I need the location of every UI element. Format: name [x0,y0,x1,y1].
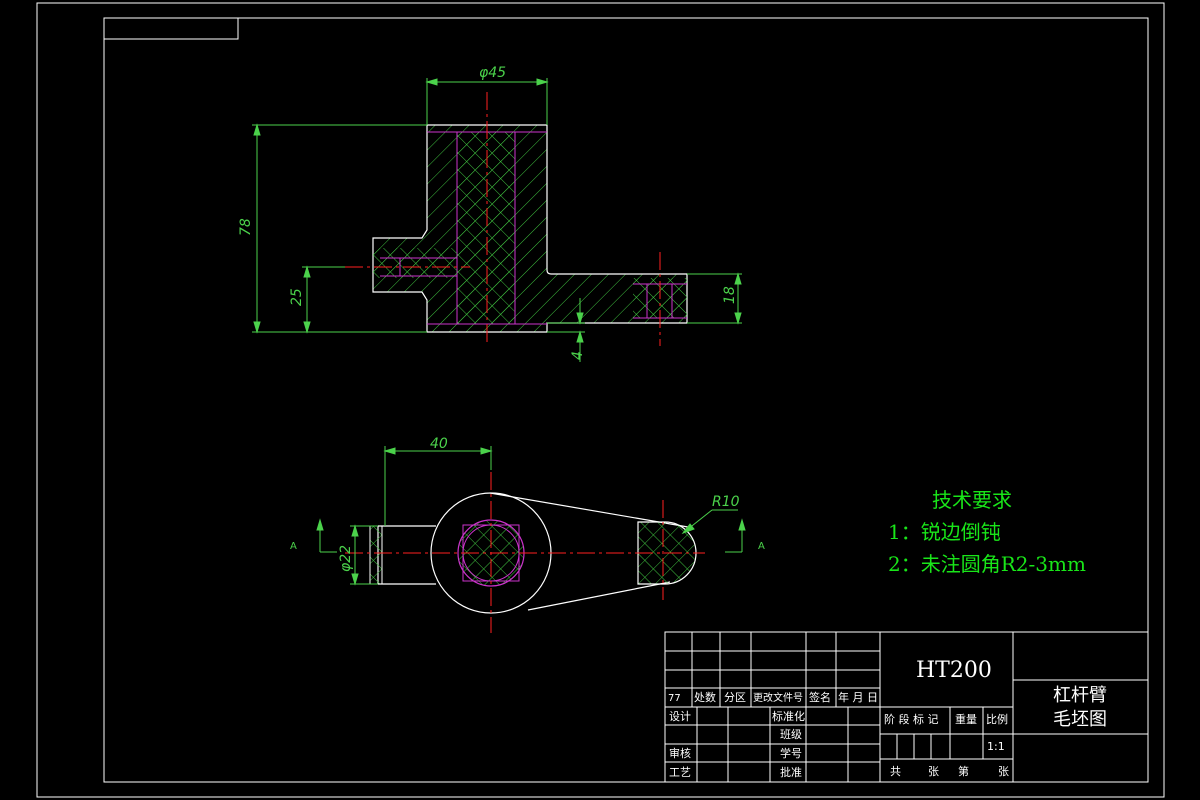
title-block-text: HT200 杠杆臂 毛坯图 77 处数 分区 更改文件号 签名 年 月 日 设计… [668,658,1107,779]
label-review: 审核 [669,746,691,760]
dim-label-offset-4: 4 [570,351,586,360]
cad-drawing: φ45 78 25 18 4 40 φ22 R10 A A 技术要求 1：锐边倒… [36,2,1165,798]
label-class: 班级 [780,728,802,741]
tech-requirement-1: 1：锐边倒钝 [888,520,1001,544]
tech-requirements: 技术要求 1：锐边倒钝 2：未注圆角R2-3mm [888,488,1086,576]
dim-boss-height-25 [302,265,345,334]
material-label: HT200 [916,658,992,683]
dim-radius-10 [681,509,738,535]
title-block [664,631,1149,783]
scale-value: 1:1 [987,740,1005,753]
dim-height-78 [252,123,427,334]
part-name: 杠杆臂 [1053,685,1107,706]
col-zone: 分区 [724,691,746,704]
front-boss-section [373,248,457,278]
label-stage-mark: 阶 段 标 记 [884,712,939,726]
front-view: φ45 78 25 18 4 [238,65,742,362]
col-doc-no: 更改文件号 [753,691,803,704]
label-sheet: 张 [998,765,1009,778]
label-process: 工艺 [669,766,691,779]
drawing-name: 毛坯图 [1053,709,1107,730]
outer-frame [36,2,1165,798]
col-date: 年 月 日 [838,690,878,704]
section-label-right: A [758,541,765,552]
label-student-no: 学号 [780,746,802,760]
label-total: 共 [890,765,901,778]
dim-length-40 [383,446,493,526]
label-design: 设计 [669,710,691,723]
dim-label-arm-height-18: 18 [722,286,738,304]
label-approve: 批准 [780,765,802,779]
dim-label-length-40: 40 [430,436,448,452]
col-count: 处数 [694,691,716,704]
top-view: 40 φ22 R10 A A [290,436,765,633]
tech-requirements-title: 技术要求 [932,488,1012,512]
dim-label-radius-10: R10 [712,494,740,510]
section-arrow-right [725,518,746,553]
dim-label-height-78: 78 [238,218,254,236]
dim-label-diameter-45: φ45 [479,65,506,81]
dim-label-boss-diameter-22: φ22 [338,545,354,572]
section-arrow-left [316,518,337,553]
section-label-left: A [290,541,297,552]
label-scale: 比例 [986,712,1008,726]
dim-label-boss-height-25: 25 [289,288,305,306]
label-sheets: 张 [928,765,939,778]
col-signature: 签名 [809,690,831,704]
top-left-boss-section [369,525,383,585]
revision-mark: 77 [668,693,681,704]
label-weight: 重量 [955,712,977,726]
top-left-boss [377,525,436,585]
front-bore-section [456,131,516,325]
label-standardization: 标准化 [772,709,805,723]
label-sheet-no: 第 [958,764,969,778]
tech-requirement-2: 2：未注圆角R2-3mm [888,552,1086,576]
corner-code-box [103,17,239,40]
